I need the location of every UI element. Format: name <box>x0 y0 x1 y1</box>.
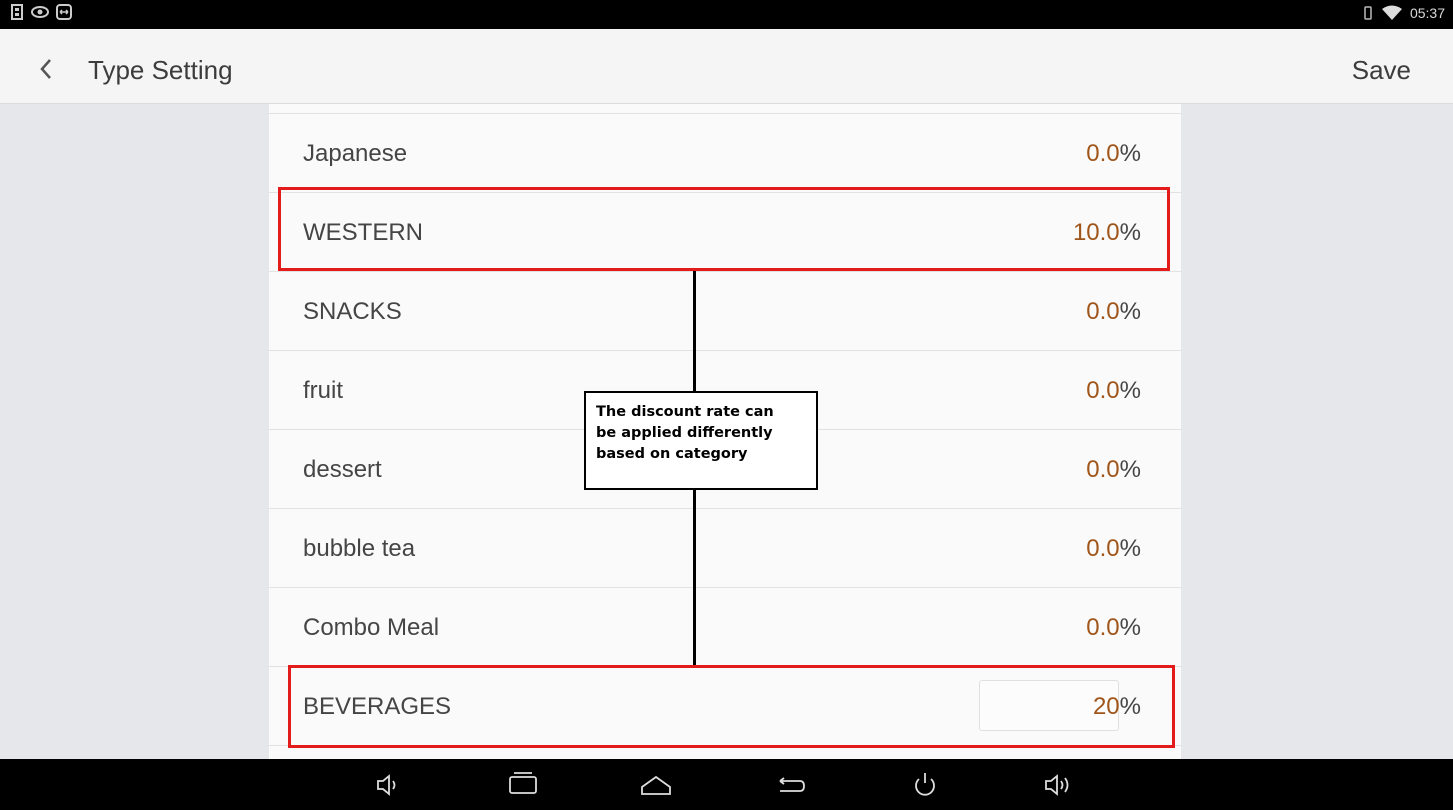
discount-rate[interactable]: 0.0% <box>1086 614 1141 642</box>
eye-icon <box>30 4 50 20</box>
highlight-box-beverages <box>288 665 1175 748</box>
chevron-left-icon <box>40 59 51 79</box>
category-name: fruit <box>303 377 344 404</box>
percent-sign: % <box>1119 456 1141 483</box>
category-name: Japanese <box>303 140 408 167</box>
home-icon <box>641 775 671 795</box>
category-row-snacks[interactable]: SNACKS 0.0% <box>269 271 1181 350</box>
power-icon <box>915 773 935 796</box>
page-title: Type Setting <box>88 55 233 85</box>
vibrate-icon <box>1362 5 1374 21</box>
percent-sign: % <box>1119 535 1141 562</box>
recent-apps-button[interactable] <box>505 769 541 801</box>
save-button[interactable]: Save <box>1352 55 1411 86</box>
callout-line: The discount rate can <box>596 404 774 420</box>
category-row-japanese[interactable]: Japanese 0.0% <box>269 113 1181 192</box>
highlight-box-western <box>278 187 1170 271</box>
back-nav-button[interactable] <box>772 769 808 801</box>
power-button[interactable] <box>907 769 943 801</box>
status-time: 05:37 <box>1409 5 1445 21</box>
status-bar: 05:37 <box>0 0 1453 29</box>
category-row-combo-meal[interactable]: Combo Meal 0.0% <box>269 587 1181 666</box>
recent-apps-icon <box>509 772 537 794</box>
volume-up-icon <box>1045 774 1069 796</box>
back-arrow-icon <box>779 777 805 792</box>
percent-sign: % <box>1119 377 1141 404</box>
callout-connector-top <box>693 271 696 391</box>
discount-rate-value: 0.0 <box>1086 456 1120 483</box>
discount-rate-value: 0.0 <box>1086 614 1120 641</box>
discount-rate-value: 0.0 <box>1086 377 1120 404</box>
percent-sign: % <box>1119 614 1141 641</box>
discount-rate[interactable]: 0.0% <box>1086 456 1141 484</box>
category-name: Combo Meal <box>303 614 440 641</box>
discount-rate[interactable]: 0.0% <box>1086 535 1141 563</box>
teamviewer-icon <box>56 4 72 20</box>
usb-icon <box>10 4 24 20</box>
annotation-callout: The discount rate can be applied differe… <box>584 391 818 490</box>
category-name: dessert <box>303 456 382 483</box>
volume-down-button[interactable] <box>370 769 406 801</box>
discount-rate[interactable]: 0.0% <box>1086 377 1141 405</box>
back-button[interactable] <box>30 51 66 87</box>
discount-rate-value: 0.0 <box>1086 298 1120 325</box>
percent-sign: % <box>1119 140 1141 167</box>
callout-line: based on category <box>596 446 748 462</box>
navigation-bar <box>0 759 1453 810</box>
callout-line: be applied differently <box>596 425 773 441</box>
callout-connector-bottom <box>693 490 696 665</box>
discount-rate-value: 0.0 <box>1086 140 1120 167</box>
discount-rate[interactable]: 0.0% <box>1086 298 1141 326</box>
wifi-icon <box>1381 5 1402 21</box>
app-bar: Type Setting Save <box>0 29 1453 104</box>
discount-rate-value: 0.0 <box>1086 535 1120 562</box>
discount-rate[interactable]: 0.0% <box>1086 140 1141 168</box>
volume-down-icon <box>377 774 396 796</box>
category-row-bubble-tea[interactable]: bubble tea 0.0% <box>269 508 1181 587</box>
category-name: SNACKS <box>303 298 402 325</box>
percent-sign: % <box>1119 298 1141 325</box>
volume-up-button[interactable] <box>1040 769 1076 801</box>
category-name: bubble tea <box>303 535 416 562</box>
home-button[interactable] <box>638 769 674 801</box>
